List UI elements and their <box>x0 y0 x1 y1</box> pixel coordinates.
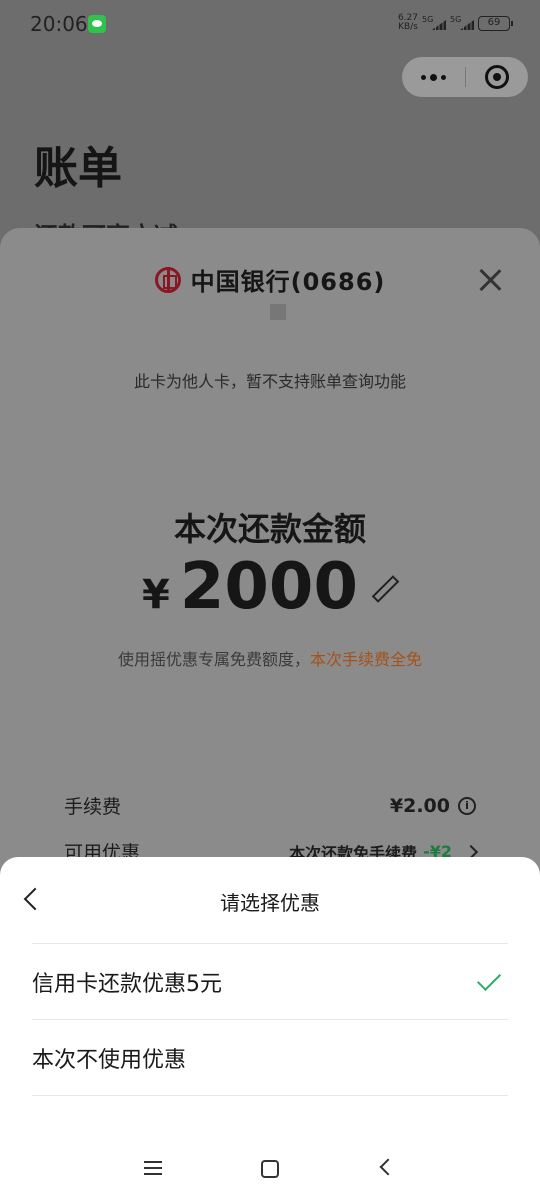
fee-row: 手续费 ¥2.00 i <box>64 792 476 819</box>
card-notice: 此卡为他人卡，暂不支持账单查询功能 <box>133 372 406 391</box>
signal-icon-2: 5G <box>450 15 474 30</box>
signal-label-1: 5G <box>422 15 434 24</box>
status-indicators: 6.27 KB/s 5G 5G 69 <box>398 14 513 32</box>
divider <box>32 1095 508 1096</box>
currency-symbol: ¥ <box>142 572 170 618</box>
miniprogram-capsule <box>402 57 528 97</box>
signal-icon: 5G <box>422 15 446 30</box>
check-icon <box>476 966 502 991</box>
promo-line: 使用摇优惠专属免费额度，本次手续费全免 <box>0 646 540 670</box>
fee-label: 手续费 <box>64 796 122 818</box>
bank-logo-icon <box>154 266 181 293</box>
discount-picker-popup: 请选择优惠 信用卡还款优惠5元 本次不使用优惠 <box>0 857 540 1200</box>
bank-header: 中国银行(0686) <box>0 262 540 297</box>
fee-amount-group: ¥2.00 i <box>390 795 476 817</box>
page-title: 账单 <box>34 143 122 194</box>
placeholder-square <box>270 304 286 320</box>
popup-title: 请选择优惠 <box>220 891 320 915</box>
home-icon[interactable] <box>261 1160 279 1178</box>
amount-label: 本次还款金额 <box>173 510 366 548</box>
promo-highlight: 本次手续费全免 <box>310 650 423 669</box>
menu-icon[interactable] <box>144 1161 162 1175</box>
wechat-icon <box>88 15 106 33</box>
close-miniprogram-icon[interactable] <box>466 57 528 97</box>
status-time: 20:06 <box>30 12 88 36</box>
close-icon[interactable] <box>478 268 502 292</box>
discount-option-2[interactable]: 本次不使用优惠 <box>32 1019 508 1095</box>
bank-name: 中国银行(0686) <box>190 268 386 296</box>
signal-label-2: 5G <box>450 15 462 24</box>
amount-row: ¥ 2000 <box>0 550 540 624</box>
amount-value: 2000 <box>179 550 358 624</box>
option-label: 信用卡还款优惠5元 <box>32 971 222 997</box>
status-bar: 20:06 6.27 KB/s 5G 5G 69 <box>0 0 540 50</box>
info-icon[interactable]: i <box>458 796 476 815</box>
network-speed: 6.27 KB/s <box>398 14 418 32</box>
network-speed-unit: KB/s <box>398 22 418 32</box>
battery-icon: 69 <box>478 15 513 31</box>
more-icon[interactable] <box>402 57 465 97</box>
promo-text: 使用摇优惠专属免费额度， <box>117 650 310 669</box>
fee-amount: ¥2.00 <box>389 794 450 817</box>
option-label: 本次不使用优惠 <box>32 1047 187 1073</box>
signal-bars-2 <box>460 20 474 30</box>
edit-icon[interactable] <box>368 574 398 604</box>
signal-bars-1 <box>432 20 446 30</box>
discount-option-1[interactable]: 信用卡还款优惠5元 <box>32 943 508 1019</box>
